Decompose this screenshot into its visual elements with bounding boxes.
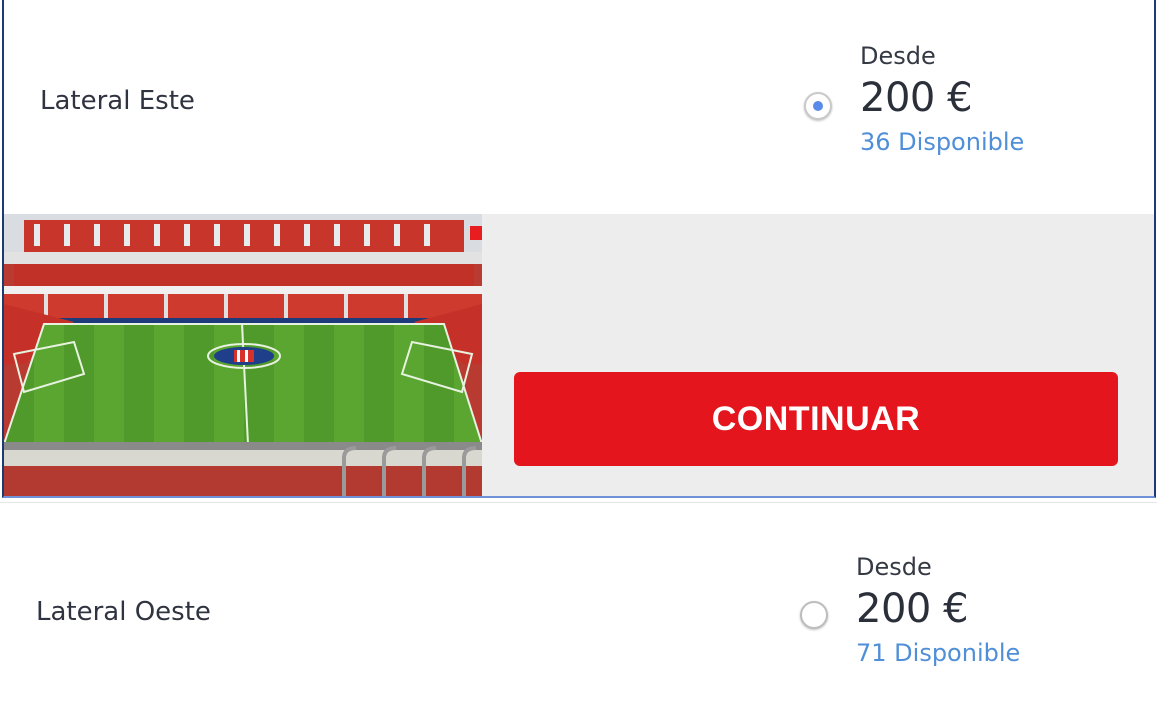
zone-radio-selected[interactable]: [804, 92, 832, 120]
stadium-illustration: [4, 214, 482, 496]
from-label: Desde: [856, 553, 932, 581]
continue-button[interactable]: CONTINUAR: [514, 372, 1118, 466]
zone-name: Lateral Oeste: [36, 597, 211, 627]
price-block: Desde 200 € 71 Disponible: [856, 553, 1020, 667]
price: 200 €: [860, 75, 973, 121]
availability: 36 Disponible: [860, 128, 1025, 156]
zone-option-lateral-oeste[interactable]: Lateral Oeste Desde 200 € 71 Disponible: [0, 502, 1157, 721]
price: 200 €: [856, 586, 969, 632]
zone-name: Lateral Este: [40, 86, 195, 116]
price-block: Desde 200 € 36 Disponible: [860, 42, 1024, 156]
stadium-view-image: [4, 214, 482, 496]
zone-option-lateral-este[interactable]: Lateral Este Desde 200 € 36 Disponible C…: [2, 0, 1156, 498]
availability: 71 Disponible: [856, 639, 1021, 667]
from-label: Desde: [860, 42, 936, 70]
zone-radio-unselected[interactable]: [800, 601, 828, 629]
zone-detail-panel: CONTINUAR: [4, 214, 1154, 496]
